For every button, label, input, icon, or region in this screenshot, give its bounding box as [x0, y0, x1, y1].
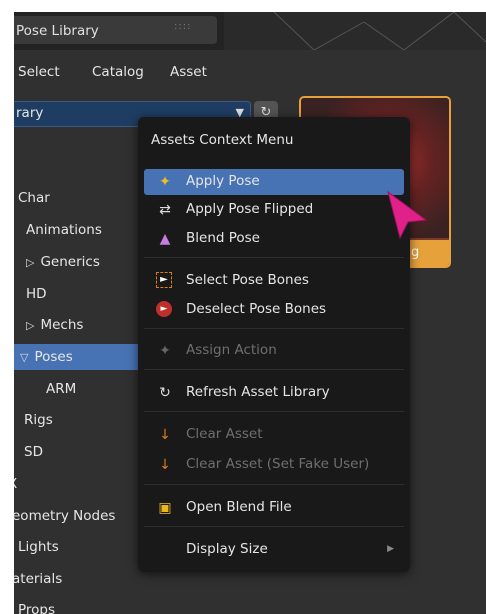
- menu-item-label: Clear Asset: [186, 426, 263, 442]
- menu-item-label: Deselect Pose Bones: [186, 301, 327, 317]
- folder-icon: ▣: [158, 500, 172, 516]
- menu-separator: [144, 257, 404, 258]
- menu-item-label: Open Blend File: [186, 499, 292, 515]
- clear-asset-fake-user-item[interactable]: ↓ Clear Asset (Set Fake User): [144, 452, 404, 478]
- editor-tab[interactable]: Pose Library ::::: [14, 16, 217, 44]
- menu-separator: [144, 369, 404, 370]
- tree-item-label: Rigs: [24, 412, 53, 428]
- menu-bar: Select Catalog Asset: [14, 58, 486, 88]
- tree-item-geometry-nodes[interactable]: eometry Nodes: [14, 503, 138, 529]
- menu-separator: [144, 411, 404, 412]
- menu-separator: [144, 328, 404, 329]
- tree-item-sd[interactable]: SD: [24, 439, 138, 465]
- tree-item-label: ARM: [46, 381, 77, 397]
- cursor-arrow-icon: [387, 190, 428, 240]
- tree-item-label: Props: [18, 602, 56, 614]
- tree-item-generics[interactable]: ▷ Generics: [26, 249, 138, 275]
- apply-pose-item[interactable]: ✦ Apply Pose: [144, 169, 404, 195]
- tree-item-label: Animations: [26, 222, 102, 238]
- tree-item-props[interactable]: Props: [18, 597, 138, 614]
- refresh-icon: ↻: [159, 385, 171, 401]
- menu-item-label: Apply Pose: [186, 173, 260, 189]
- triangle-right-icon[interactable]: ▷: [26, 313, 34, 339]
- tree-item-label: HD: [26, 286, 47, 302]
- display-size-item[interactable]: Display Size ▶: [144, 537, 404, 563]
- library-dropdown-value: rary: [16, 105, 44, 121]
- grid-lines: [273, 12, 486, 51]
- tree-item-hd[interactable]: HD: [26, 281, 138, 307]
- title-bar: Pose Library ::::: [14, 12, 486, 51]
- menu-select[interactable]: Select: [18, 64, 60, 80]
- menu-asset[interactable]: Asset: [170, 64, 207, 80]
- menu-separator: [144, 526, 404, 527]
- pose-icon: ✦: [159, 174, 171, 190]
- tree-item-label: X: [14, 476, 17, 492]
- assign-icon: ✦: [159, 343, 171, 359]
- tree-item-label: SD: [24, 444, 43, 460]
- tree-item-label: Generics: [40, 254, 100, 270]
- editor-title: Pose Library: [16, 23, 99, 39]
- blend-pose-item[interactable]: ▲ Blend Pose: [144, 226, 404, 252]
- menu-item-label: Apply Pose Flipped: [186, 201, 314, 217]
- tree-item-animations[interactable]: Animations: [26, 217, 138, 243]
- deselect-pose-bones-item[interactable]: ► Deselect Pose Bones: [144, 297, 404, 323]
- menu-item-label: Blend Pose: [186, 230, 260, 246]
- assign-action-item[interactable]: ✦ Assign Action: [144, 338, 404, 364]
- clear-asset-item[interactable]: ↓ Clear Asset: [144, 422, 404, 448]
- menu-item-label: Refresh Asset Library: [186, 384, 330, 400]
- arrow-down-icon: ↓: [159, 427, 171, 443]
- tree-item-label: Lights: [18, 539, 59, 555]
- select-pose-bones-item[interactable]: ► Select Pose Bones: [144, 268, 404, 294]
- menu-catalog[interactable]: Catalog: [92, 64, 144, 80]
- tree-item-mechs[interactable]: ▷ Mechs: [26, 312, 138, 338]
- apply-pose-flipped-item[interactable]: ⇄ Apply Pose Flipped: [144, 197, 404, 223]
- tree-item-x[interactable]: X: [14, 471, 48, 497]
- menu-title: Assets Context Menu: [151, 132, 294, 148]
- refresh-asset-library-item[interactable]: ↻ Refresh Asset Library: [144, 380, 404, 406]
- pose-library-editor: Pose Library :::: Select Catalog Asset r…: [14, 12, 486, 614]
- tree-item-materials[interactable]: aterials: [14, 566, 138, 592]
- blend-icon: ▲: [159, 231, 171, 247]
- tree-item-label: Char: [18, 190, 50, 206]
- tree-item-lights[interactable]: Lights: [18, 534, 138, 560]
- flip-icon: ⇄: [159, 202, 171, 218]
- open-blend-file-item[interactable]: ▣ Open Blend File: [144, 495, 404, 521]
- assets-context-menu: Assets Context Menu ✦ Apply Pose ⇄ Apply…: [138, 117, 410, 572]
- tree-item-char[interactable]: Char: [18, 185, 138, 211]
- tree-item-label: Mechs: [40, 317, 84, 333]
- menu-item-label: Clear Asset (Set Fake User): [186, 456, 370, 472]
- tree-item-label: Poses: [34, 349, 73, 365]
- menu-item-label: Assign Action: [186, 342, 277, 358]
- tree-item-poses[interactable]: ▽ Poses: [14, 344, 138, 370]
- tree-item-label: eometry Nodes: [14, 508, 116, 524]
- menu-separator: [144, 484, 404, 485]
- submenu-arrow-icon: ▶: [387, 544, 394, 554]
- triangle-down-icon[interactable]: ▽: [20, 345, 28, 371]
- triangle-right-icon[interactable]: ▷: [26, 250, 34, 276]
- drag-grip-icon[interactable]: ::::: [174, 21, 191, 32]
- tree-item-rigs[interactable]: Rigs: [24, 407, 138, 433]
- deselect-icon: ►: [156, 301, 172, 317]
- tree-item-arm[interactable]: ARM: [46, 376, 138, 402]
- menu-item-label: Display Size: [186, 541, 268, 557]
- select-icon: ►: [156, 272, 172, 288]
- tree-item-label: aterials: [14, 571, 63, 587]
- arrow-down-icon: ↓: [159, 457, 171, 473]
- viewport-grid: [224, 12, 486, 51]
- menu-item-label: Select Pose Bones: [186, 272, 309, 288]
